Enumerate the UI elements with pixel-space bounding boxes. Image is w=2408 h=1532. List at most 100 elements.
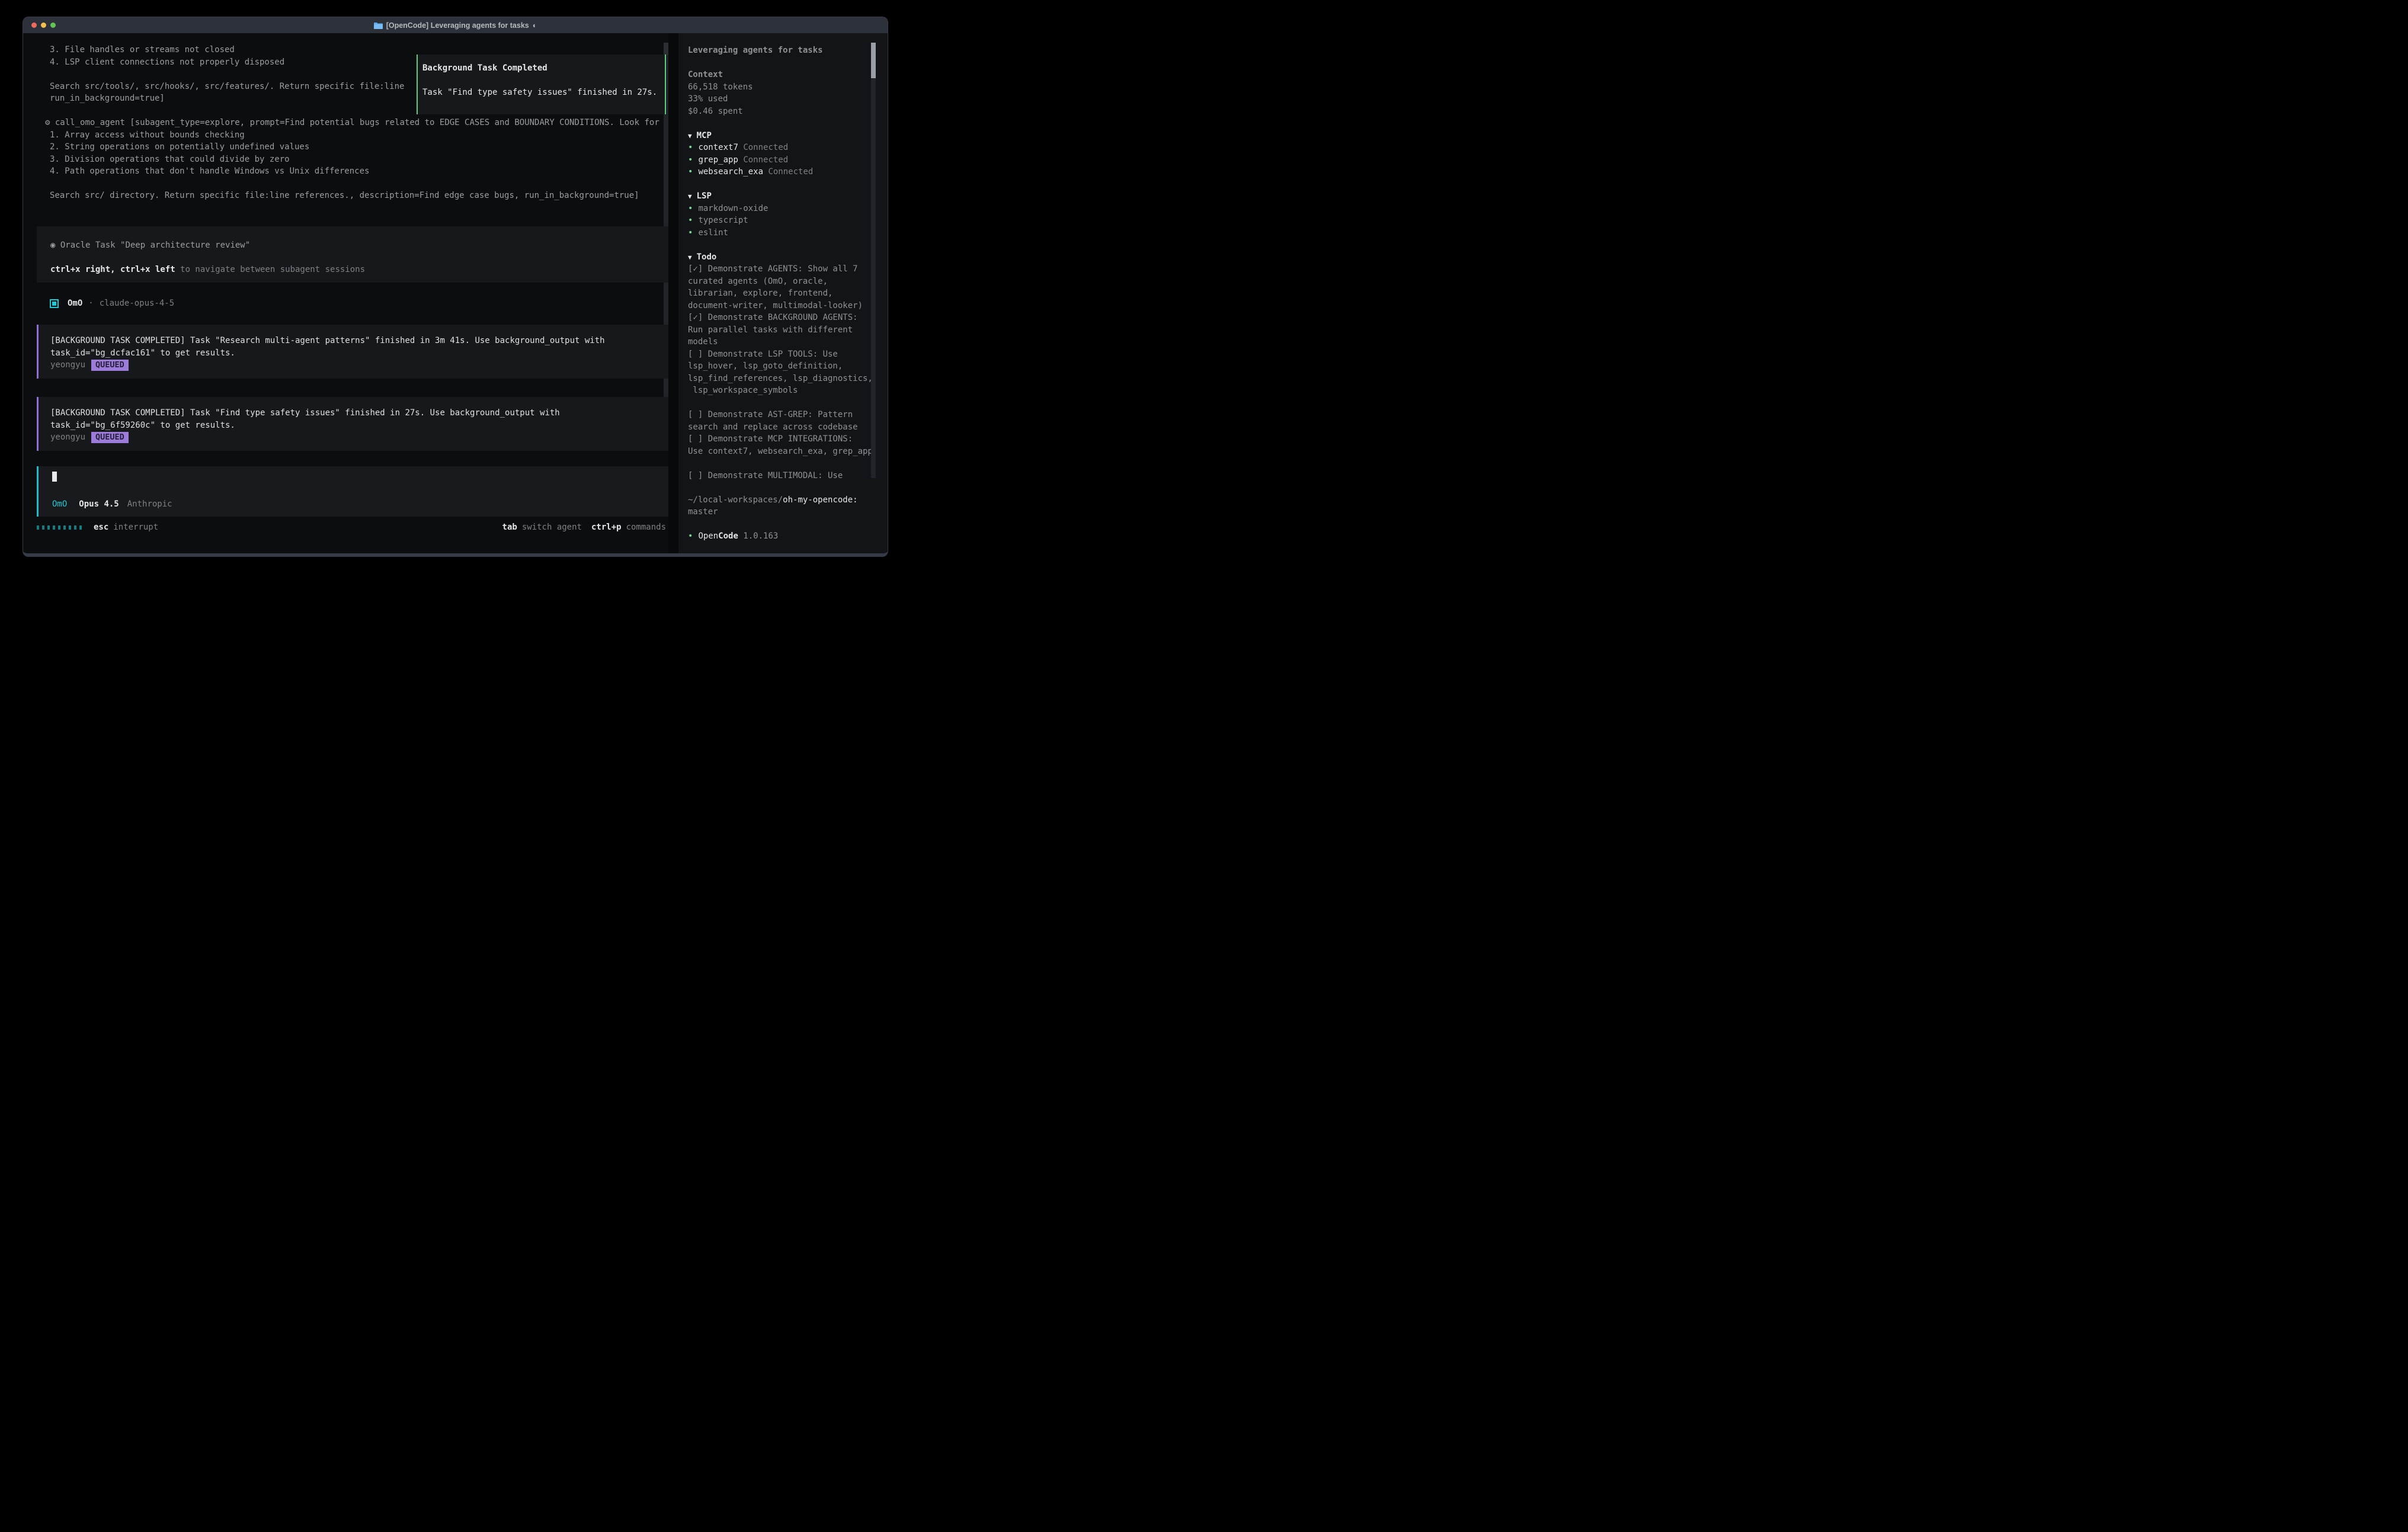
status-dot-icon: • xyxy=(688,531,693,541)
lsp-item: •typescript xyxy=(688,214,888,227)
message-line: [BACKGROUND TASK COMPLETED] Task "Find t… xyxy=(50,407,668,419)
status-badge: QUEUED xyxy=(91,432,129,443)
window-titlebar: [OpenCode] Leveraging agents for tasks ◐ xyxy=(23,17,888,33)
input-agent-name: OmO xyxy=(52,498,67,511)
tab-key-hint: tab xyxy=(502,521,517,534)
todo-line: [✓] Demonstrate BACKGROUND AGENTS: xyxy=(688,312,888,324)
lsp-heading: LSP xyxy=(697,191,712,201)
esc-key-hint: esc xyxy=(94,521,108,534)
tab-key-label: switch agent xyxy=(522,521,582,534)
sidebar-scrollbar-track[interactable] xyxy=(871,43,876,478)
todo-line: librarian, explore, frontend, xyxy=(688,287,888,300)
toast-title: Background Task Completed xyxy=(422,62,547,75)
todo-heading: Todo xyxy=(697,252,717,262)
moon-phase-icon: ◐ xyxy=(533,21,537,30)
minimize-window-button[interactable] xyxy=(41,23,46,28)
chat-message-text: 3. File handles or streams not closed 4.… xyxy=(50,44,404,105)
chat-scrollbar-top-segment xyxy=(664,43,668,55)
mcp-heading: MCP xyxy=(697,131,712,140)
chevron-down-icon: ▼ xyxy=(688,254,692,261)
shortcut-keys: ctrl+x right, ctrl+x left xyxy=(50,265,175,274)
session-sidebar: Leveraging agents for tasks Context 66,5… xyxy=(678,33,888,553)
window-title: [OpenCode] Leveraging agents for tasks ◐ xyxy=(23,21,888,30)
lsp-section-header[interactable]: ▼LSP xyxy=(688,190,888,203)
todo-line: models xyxy=(688,336,888,348)
prompt-input[interactable]: OmO Opus 4.5 Anthropic xyxy=(37,466,668,517)
tool-call-item: 3. Division operations that could divide… xyxy=(45,153,659,166)
tool-call-block: ⚙ call_omo_agent [subagent_type=explore,… xyxy=(45,117,659,202)
agent-model: claude-opus-4-5 xyxy=(100,297,174,310)
background-task-message: [BACKGROUND TASK COMPLETED] Task "Resear… xyxy=(37,325,668,379)
message-author: yeongyu xyxy=(50,432,85,442)
oracle-task-title: Oracle Task "Deep architecture review" xyxy=(60,241,250,250)
todo-line: curated agents (OmO, oracle, xyxy=(688,275,888,288)
tool-call-text: Search src/ directory. Return specific f… xyxy=(45,190,659,202)
esc-key-label: interrupt xyxy=(113,521,158,534)
workspace-branch: master xyxy=(688,506,888,518)
todo-line-active: lsp_hover, lsp_goto_definition, xyxy=(688,360,888,373)
close-window-button[interactable] xyxy=(31,23,37,28)
mcp-item: • grep_app Connected xyxy=(688,154,888,166)
window-title-text: [OpenCode] Leveraging agents for tasks xyxy=(386,21,529,30)
app-content: 3. File handles or streams not closed 4.… xyxy=(23,33,888,553)
mcp-name: context7 xyxy=(698,143,738,152)
panel-divider xyxy=(668,33,678,553)
context-heading: Context xyxy=(688,69,888,81)
workspace-path: ~/local-workspaces/oh-my-opencode: xyxy=(688,494,888,507)
status-dot-icon: • xyxy=(688,155,693,165)
toast-body: Task "Find type safety issues" finished … xyxy=(422,86,657,99)
context-used: 33% used xyxy=(688,93,888,105)
chevron-down-icon: ▼ xyxy=(688,132,692,140)
mcp-item: •context7 Connected xyxy=(688,142,888,154)
status-badge: QUEUED xyxy=(91,360,129,371)
message-line: task_id="bg_dcfac161" to get results. xyxy=(50,347,668,360)
status-dot-icon: • xyxy=(688,204,693,213)
chat-line: run_in_background=true] xyxy=(50,92,404,105)
input-provider-name: Anthropic xyxy=(127,498,172,511)
todo-section-header[interactable]: ▼ Todo xyxy=(688,251,888,264)
todo-line-active: [ ] Demonstrate LSP TOOLS: Use xyxy=(688,348,888,361)
ctrlp-key-hint: ctrl+p xyxy=(591,521,622,534)
opencode-terminal-window: [OpenCode] Leveraging agents for tasks ◐… xyxy=(23,17,888,557)
background-task-toast: Background Task Completed Task "Find typ… xyxy=(417,55,666,114)
message-line: task_id="bg_6f59260c" to get results. xyxy=(50,419,668,432)
input-footer: OmO Opus 4.5 Anthropic xyxy=(52,498,172,511)
separator-dot: · xyxy=(88,297,93,310)
input-model-name: Opus 4.5 xyxy=(79,498,119,511)
lsp-item: •markdown-oxide xyxy=(688,203,888,215)
agent-header: OmO · claude-opus-4-5 xyxy=(50,297,174,310)
status-bar: esc interrupt tab switch agent ctrl+p comma… xyxy=(37,521,666,534)
todo-line: [ ] Demonstrate AST-GREP: Pattern xyxy=(688,409,888,421)
agent-square-icon xyxy=(50,299,59,308)
status-dot-icon: • xyxy=(688,167,693,177)
zoom-window-button[interactable] xyxy=(50,23,56,28)
tool-call-text: call_omo_agent [subagent_type=explore, p… xyxy=(55,118,659,127)
mcp-name: grep_app xyxy=(698,155,738,165)
mcp-item: •websearch_exa Connected xyxy=(688,166,888,178)
mcp-status: Connected xyxy=(738,143,788,152)
oracle-task-box: ◉ Oracle Task "Deep architecture review"… xyxy=(37,226,668,283)
mcp-name: websearch_exa xyxy=(698,167,763,177)
app-version: •OpenCode 1.0.163 xyxy=(688,530,888,543)
window-controls xyxy=(31,17,56,33)
activity-dots-icon xyxy=(37,525,82,530)
todo-line: Run parallel tasks with different xyxy=(688,324,888,336)
ctrlp-key-label: commands xyxy=(626,521,666,534)
todo-line: document-writer, multimodal-looker) xyxy=(688,300,888,312)
lsp-item: •eslint xyxy=(688,227,888,239)
folder-icon xyxy=(374,22,383,29)
todo-line: [✓] Demonstrate AGENTS: Show all 7 xyxy=(688,263,888,275)
chat-line xyxy=(50,68,404,81)
tool-call-item: 4. Path operations that don't handle Win… xyxy=(45,165,659,178)
mcp-section-header[interactable]: ▼ MCP xyxy=(688,130,888,142)
tool-call-item: 2. String operations on potentially unde… xyxy=(45,141,659,153)
mcp-status: Connected xyxy=(738,155,788,165)
todo-line: [ ] Demonstrate MULTIMODAL: Use xyxy=(688,470,888,482)
todo-line: search and replace across codebase xyxy=(688,421,888,434)
agent-name: OmO xyxy=(68,297,82,310)
chat-line: Search src/tools/, src/hooks/, src/featu… xyxy=(50,81,404,93)
message-line: [BACKGROUND TASK COMPLETED] Task "Resear… xyxy=(50,335,668,347)
sidebar-scrollbar-thumb[interactable] xyxy=(871,43,876,78)
text-cursor xyxy=(52,472,57,482)
chat-line: 4. LSP client connections not properly d… xyxy=(50,56,404,69)
